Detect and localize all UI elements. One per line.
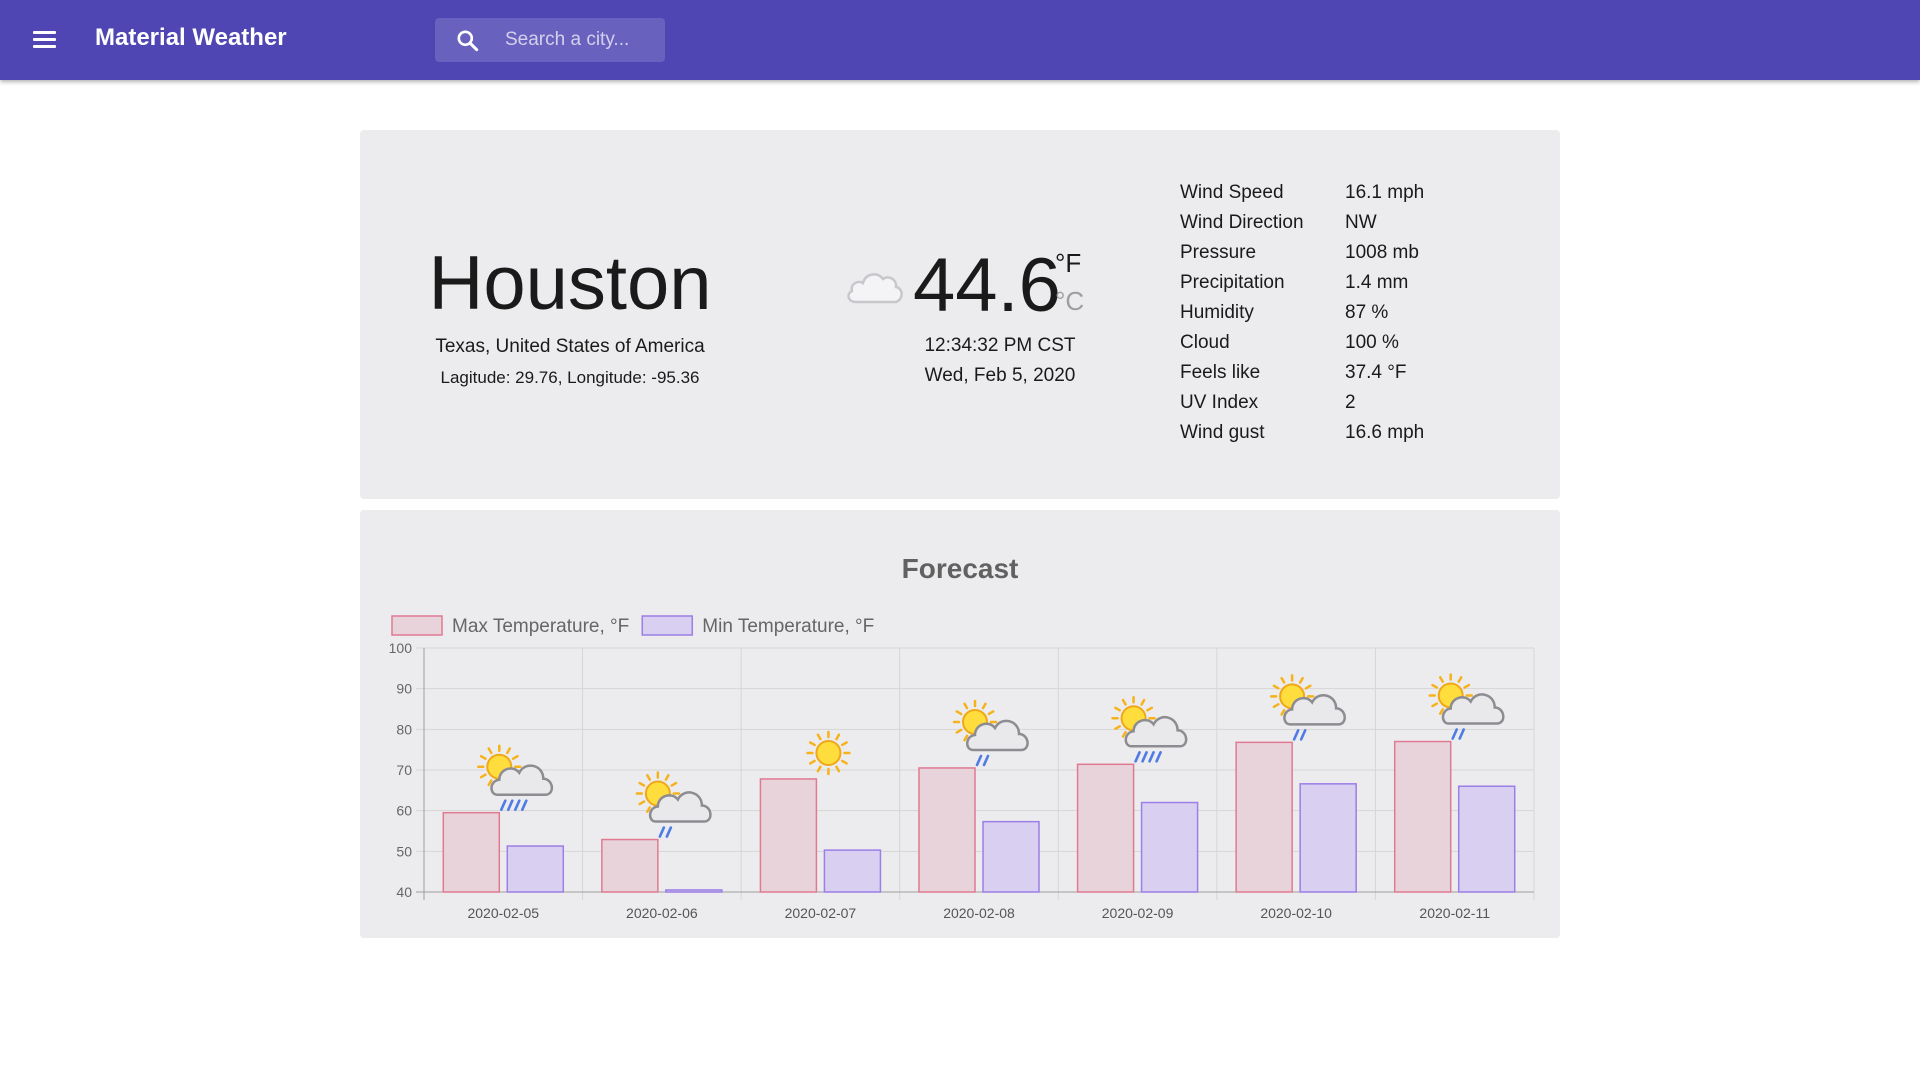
detail-label: UV Index (1180, 392, 1259, 413)
detail-value: 100 % (1345, 332, 1399, 353)
region-label: Texas, United States of America (435, 336, 705, 357)
legend-label: Max Temperature, °F (452, 616, 629, 637)
weather-details: Wind Speed 16.1 mph Wind Direction NW Pres… (1180, 182, 1424, 452)
detail-value: 1008 mb (1345, 242, 1419, 263)
bar-min-temperature (1299, 783, 1357, 893)
detail-label: Wind Direction (1180, 212, 1304, 233)
city-name: Houston (428, 241, 712, 326)
menu-icon[interactable] (26, 22, 62, 58)
sun-cloud-light-rain-icon (952, 699, 1029, 767)
x-tick-label: 2020-02-06 (626, 905, 698, 921)
detail-value: 16.1 mph (1345, 182, 1425, 203)
sun-icon (806, 730, 851, 776)
detail-value: 2 (1345, 392, 1356, 413)
y-tick-label: 50 (396, 843, 412, 859)
bar-min-temperature (982, 820, 1040, 893)
detail-label: Pressure (1180, 242, 1257, 263)
detail-row-feels-like: Feels like 37.4 °F (1180, 362, 1424, 392)
detail-row-uv-index: UV Index 2 (1180, 392, 1424, 422)
detail-value: 16.6 mph (1345, 422, 1425, 443)
detail-row-wind-direction: Wind Direction NW (1180, 212, 1424, 242)
y-tick-label: 60 (396, 803, 412, 819)
detail-label: Humidity (1180, 302, 1254, 323)
x-tick-label: 2020-02-05 (467, 905, 539, 921)
app-title: Material Weather (95, 24, 287, 51)
y-tick-label: 80 (396, 721, 412, 737)
legend-swatch (641, 615, 694, 636)
forecast-chart: Forecast Max Temperature, °F Min Temperatu… (389, 553, 1535, 921)
fahrenheit-toggle[interactable]: °F (1055, 248, 1081, 279)
search-box[interactable] (435, 18, 665, 62)
x-tick-label: 2020-02-11 (1419, 905, 1490, 921)
bar-min-temperature (1140, 801, 1199, 893)
y-tick-label: 40 (396, 884, 412, 900)
local-date: Wed, Feb 5, 2020 (924, 365, 1076, 386)
y-tick-label: 100 (389, 640, 413, 656)
detail-row-wind-gust: Wind gust 16.6 mph (1180, 422, 1424, 452)
bar-max-temperature (442, 811, 501, 893)
detail-label: Precipitation (1180, 272, 1285, 293)
x-tick-label: 2020-02-07 (785, 905, 857, 921)
detail-value: 87 % (1345, 302, 1389, 323)
detail-row-wind-speed: Wind Speed 16.1 mph (1180, 182, 1424, 212)
bar-min-temperature (823, 849, 882, 893)
current-weather-card: Houston Texas, United States of America … (360, 130, 1560, 499)
detail-row-pressure: Pressure 1008 mb (1180, 242, 1424, 272)
detail-row-humidity: Humidity 87 % (1180, 302, 1424, 332)
cloud-icon (847, 273, 903, 304)
current-temperature: 44.6 (913, 243, 1061, 328)
detail-value: 37.4 °F (1345, 362, 1407, 383)
sun-cloud-light-rain-icon (635, 771, 712, 838)
legend-label: Min Temperature, °F (702, 616, 874, 637)
bar-max-temperature (1393, 740, 1452, 893)
bar-max-temperature (1076, 763, 1135, 893)
detail-label: Feels like (1180, 362, 1261, 383)
chart-title: Forecast (902, 553, 1019, 584)
detail-label: Wind Speed (1180, 182, 1284, 203)
local-time: 12:34:32 PM CST (924, 335, 1076, 356)
detail-value: NW (1345, 212, 1377, 233)
bar-max-temperature (918, 767, 976, 893)
x-tick-label: 2020-02-10 (1260, 905, 1332, 921)
bar-min-temperature (1457, 785, 1516, 893)
sun-cloud-heavy-rain-icon (477, 744, 554, 812)
detail-row-precipitation: Precipitation 1.4 mm (1180, 272, 1424, 302)
forecast-card: Forecast Max Temperature, °F Min Temperatu… (360, 510, 1560, 938)
detail-label: Wind gust (1180, 422, 1265, 443)
bar-min-temperature (665, 889, 723, 893)
detail-value: 1.4 mm (1345, 272, 1409, 293)
bar-max-temperature (1235, 741, 1293, 893)
search-icon (457, 30, 479, 52)
celsius-toggle[interactable]: °C (1055, 286, 1084, 317)
bar-min-temperature (506, 845, 565, 893)
detail-label: Cloud (1180, 332, 1230, 353)
bar-max-temperature (759, 778, 818, 893)
legend-swatch (391, 615, 443, 636)
app-bar: Material Weather (0, 0, 1920, 80)
x-tick-label: 2020-02-09 (1102, 905, 1174, 921)
x-tick-label: 2020-02-08 (943, 905, 1015, 921)
bar-max-temperature (601, 838, 659, 893)
y-tick-label: 70 (396, 762, 412, 778)
y-tick-label: 90 (396, 681, 412, 697)
search-input[interactable] (505, 18, 655, 62)
coordinates-label: Lagitude: 29.76, Longitude: -95.36 (440, 368, 700, 387)
detail-row-cloud: Cloud 100 % (1180, 332, 1424, 362)
